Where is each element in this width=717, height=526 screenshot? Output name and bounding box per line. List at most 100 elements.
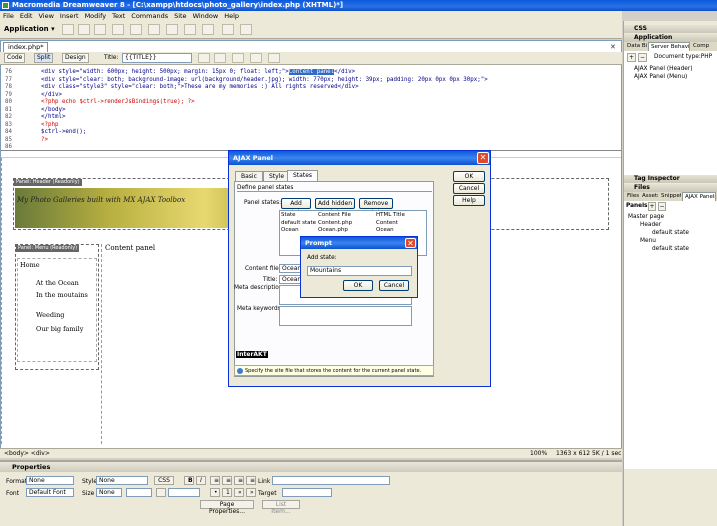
- design-menu-item[interactable]: Our big family: [36, 325, 92, 333]
- panel-tab-data-bindi[interactable]: Data Bindi: [625, 42, 647, 51]
- recordset-icon[interactable]: [78, 24, 90, 35]
- panels-add-icon[interactable]: +: [648, 202, 656, 211]
- tree-node[interactable]: default state: [628, 229, 689, 237]
- size-select[interactable]: None: [96, 488, 122, 497]
- dynamic-text-icon[interactable]: [130, 24, 142, 35]
- user-auth-icon[interactable]: [240, 24, 252, 35]
- dialog-help-button[interactable]: Help: [453, 195, 485, 206]
- application-panel-header[interactable]: Application: [624, 34, 717, 42]
- panel-tab-files[interactable]: Files: [625, 192, 639, 201]
- align-center-icon[interactable]: ≡: [222, 476, 232, 485]
- panel-tab-assets[interactable]: Assets: [640, 192, 658, 201]
- close-document-icon[interactable]: ✕: [610, 43, 618, 51]
- table-cell[interactable]: Content: [376, 220, 398, 226]
- text-color-icon[interactable]: [156, 488, 166, 497]
- indent-icon[interactable]: »: [246, 488, 256, 497]
- list-item-button[interactable]: List Item...: [262, 500, 300, 515]
- server-behavior-item[interactable]: AJAX Panel (Header): [634, 65, 692, 73]
- remove-state-button[interactable]: Remove state: [359, 198, 393, 216]
- panel-tab-comp[interactable]: Comp: [691, 42, 717, 51]
- repeat-region-icon[interactable]: [94, 24, 106, 35]
- files-panel-header[interactable]: Files: [624, 184, 717, 192]
- text-color-input[interactable]: [168, 488, 200, 497]
- master-detail-icon[interactable]: [184, 24, 196, 35]
- navigation-icon[interactable]: [148, 24, 160, 35]
- page-properties-button[interactable]: Page Properties...: [200, 500, 254, 515]
- add-state-input[interactable]: Mountains: [307, 266, 412, 276]
- size-unit-select[interactable]: [126, 488, 152, 497]
- content-file-input[interactable]: Ocean.php: [279, 264, 301, 273]
- dynamic-table-icon[interactable]: [112, 24, 124, 35]
- window-size[interactable]: 1363 x 612: [556, 449, 590, 459]
- dialog-cancel-button[interactable]: Cancel: [453, 183, 485, 194]
- add-behavior-icon[interactable]: +: [627, 53, 636, 62]
- panels-remove-icon[interactable]: −: [658, 202, 666, 211]
- show-region-icon[interactable]: [166, 24, 178, 35]
- insert-category-dropdown[interactable]: Application ▾: [4, 25, 55, 33]
- menu-view[interactable]: View: [38, 12, 53, 20]
- panel-tab-snippets[interactable]: Snippets: [659, 192, 681, 201]
- tab-basic[interactable]: Basic: [235, 171, 263, 181]
- menu-text[interactable]: Text: [112, 12, 125, 20]
- preview-browser-icon[interactable]: [214, 53, 226, 63]
- target-select[interactable]: [282, 488, 332, 497]
- dialog-ok-button[interactable]: OK: [453, 171, 485, 182]
- meta-keywords-input[interactable]: [279, 306, 412, 326]
- font-select[interactable]: Default Font: [26, 488, 74, 497]
- ordered-list-icon[interactable]: 1: [222, 488, 232, 497]
- justify-icon[interactable]: ≡: [246, 476, 256, 485]
- insert-record-icon[interactable]: [202, 24, 214, 35]
- design-menu-item[interactable]: Weeding: [36, 311, 92, 319]
- properties-header[interactable]: Properties: [0, 462, 622, 472]
- title-field-input[interactable]: Ocean: [279, 275, 301, 284]
- file-management-icon[interactable]: [198, 53, 210, 63]
- outdent-icon[interactable]: «: [234, 488, 244, 497]
- table-cell[interactable]: Ocean.php: [318, 227, 348, 233]
- code-view-button[interactable]: Code: [4, 53, 26, 63]
- tree-node[interactable]: Master page: [628, 213, 689, 221]
- prompt-cancel-button[interactable]: Cancel: [379, 280, 409, 291]
- menu-modify[interactable]: Modify: [85, 12, 107, 20]
- table-cell[interactable]: default state: [281, 220, 316, 226]
- tree-node[interactable]: Menu: [628, 237, 689, 245]
- split-view-button[interactable]: Split: [34, 53, 54, 63]
- document-title-input[interactable]: {{TITLE}}: [122, 53, 192, 63]
- align-left-icon[interactable]: ≡: [210, 476, 220, 485]
- server-behavior-icon[interactable]: [62, 24, 74, 35]
- format-select[interactable]: None: [26, 476, 74, 485]
- menu-file[interactable]: File: [3, 12, 14, 20]
- column-header[interactable]: State: [281, 212, 296, 218]
- document-tab[interactable]: index.php*: [3, 42, 49, 52]
- dialog-close-icon[interactable]: ✕: [477, 152, 489, 164]
- tab-states[interactable]: States: [287, 170, 319, 181]
- zoom-level[interactable]: 100%: [530, 449, 547, 459]
- tag-selector[interactable]: <body> <div>: [4, 449, 50, 459]
- css-button[interactable]: CSS: [154, 476, 174, 485]
- menu-help[interactable]: Help: [224, 12, 239, 20]
- table-cell[interactable]: Ocean: [376, 227, 394, 233]
- menu-window[interactable]: Window: [193, 12, 219, 20]
- table-cell[interactable]: Ocean: [281, 227, 299, 233]
- menu-edit[interactable]: Edit: [20, 12, 33, 20]
- menu-site[interactable]: Site: [174, 12, 186, 20]
- remove-behavior-icon[interactable]: −: [638, 53, 647, 62]
- table-cell[interactable]: Content.php: [318, 220, 352, 226]
- menu-insert[interactable]: Insert: [60, 12, 79, 20]
- tag-inspector-header[interactable]: Tag Inspector: [624, 175, 717, 183]
- code-view[interactable]: 76 <div style="width: 600px; height: 500p…: [1, 66, 621, 150]
- style-select[interactable]: None: [96, 476, 148, 485]
- add-hidden-state-button[interactable]: Add hidden state: [315, 198, 355, 216]
- design-menu-item[interactable]: In the moutains: [36, 291, 92, 299]
- server-behavior-item[interactable]: AJAX Panel (Menu): [634, 73, 692, 81]
- unordered-list-icon[interactable]: •: [210, 488, 220, 497]
- panel-tab-ajax-panels[interactable]: AJAX Panels: [682, 192, 716, 201]
- column-header[interactable]: HTML Title: [376, 212, 405, 218]
- visual-aids-icon[interactable]: [268, 53, 280, 63]
- menu-commands[interactable]: Commands: [131, 12, 168, 20]
- refresh-icon[interactable]: [232, 53, 244, 63]
- prompt-close-icon[interactable]: ✕: [405, 238, 416, 248]
- tree-node[interactable]: Header: [628, 221, 689, 229]
- view-options-icon[interactable]: [250, 53, 262, 63]
- italic-button[interactable]: I: [196, 476, 206, 485]
- design-menu-item[interactable]: Home: [20, 261, 76, 269]
